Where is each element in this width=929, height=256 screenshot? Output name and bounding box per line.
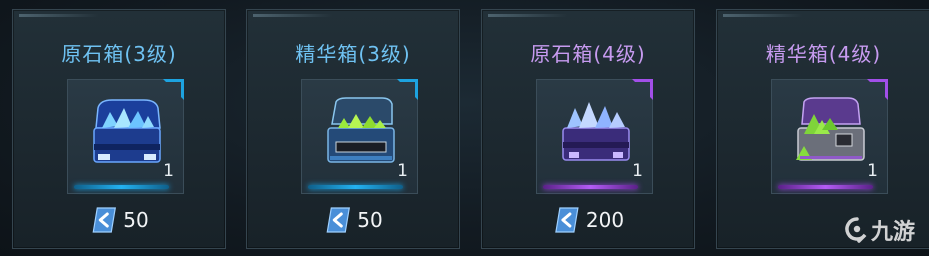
card-top-bar xyxy=(19,14,99,17)
item-name: 精华箱(3级) xyxy=(295,42,411,66)
shop-item-card-1[interactable]: 原石箱(3级) 1 50 xyxy=(12,9,226,249)
item-frame: 1 xyxy=(301,79,418,194)
item-name: 原石箱(3级) xyxy=(61,42,177,66)
price-tag: 200 xyxy=(482,205,694,235)
currency-chevron-icon xyxy=(326,207,350,233)
price-value: 200 xyxy=(585,208,625,232)
item-frame: 1 xyxy=(536,79,653,194)
essence-chest-icon xyxy=(327,97,395,163)
item-frame: 1 xyxy=(771,79,888,194)
item-quantity: 1 xyxy=(163,161,174,181)
shop-item-card-3[interactable]: 原石箱(4级) 1 200 xyxy=(481,9,695,249)
ore-chest-icon xyxy=(93,99,161,163)
price-value: 50 xyxy=(357,208,383,232)
currency-chevron-icon xyxy=(555,207,579,233)
frame-corner xyxy=(163,79,184,100)
item-name: 原石箱(4级) xyxy=(530,42,646,66)
card-top-bar xyxy=(488,14,568,17)
card-top-bar xyxy=(253,14,333,17)
frame-corner xyxy=(632,79,653,100)
shop-item-card-2[interactable]: 精华箱(3级) 1 50 xyxy=(246,9,460,249)
item-quantity: 1 xyxy=(867,161,878,181)
item-frame: 1 xyxy=(67,79,184,194)
price-tag: 50 xyxy=(247,205,459,235)
currency-chevron-icon xyxy=(92,207,116,233)
item-name: 精华箱(4级) xyxy=(765,42,882,66)
tier-glow-bar xyxy=(308,185,403,189)
ore-chest-icon xyxy=(562,102,630,161)
item-quantity: 1 xyxy=(397,161,408,181)
tier-glow-bar xyxy=(543,185,638,189)
watermark-text: 九游 xyxy=(870,220,915,245)
tier-glow-bar xyxy=(74,185,169,189)
shop-item-card-4[interactable]: 精华箱(4级) 1 xyxy=(716,9,929,249)
nine-game-logo-icon xyxy=(845,217,867,243)
frame-corner xyxy=(867,79,888,100)
price-tag: 50 xyxy=(13,205,225,235)
tier-glow-bar xyxy=(778,185,873,189)
frame-corner xyxy=(397,79,418,100)
item-quantity: 1 xyxy=(632,161,643,181)
essence-chest-icon xyxy=(796,97,865,161)
card-top-bar xyxy=(723,14,803,17)
price-value: 50 xyxy=(123,208,149,232)
watermark-logo: 九游 xyxy=(845,214,915,246)
shop-item-row: 原石箱(3级) 1 50 精华箱(3级) 1 50 原石箱(4级) 1 200 … xyxy=(0,0,929,256)
